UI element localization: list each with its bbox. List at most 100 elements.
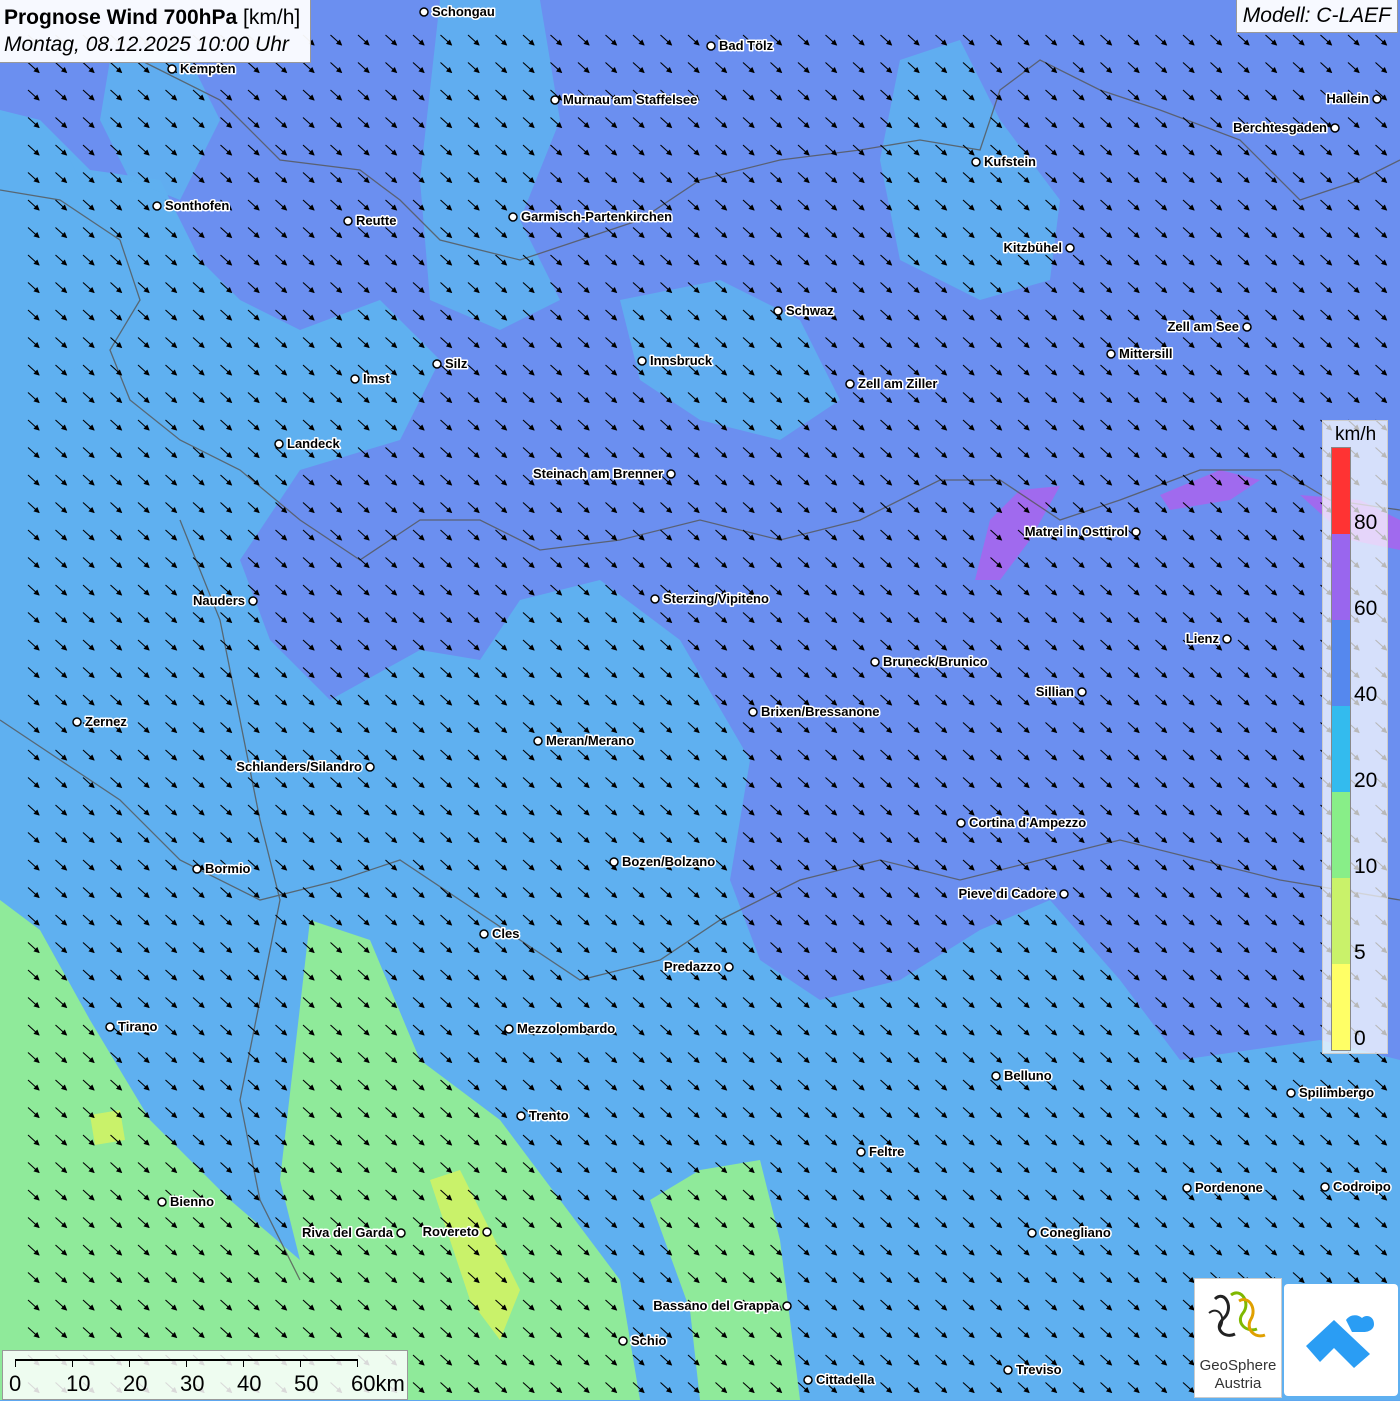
scale-bar: 0 10 20 30 40 50 60km bbox=[2, 1350, 408, 1400]
city-marker bbox=[1106, 349, 1116, 359]
city-marker bbox=[274, 439, 284, 449]
city-label: Berchtesgaden bbox=[1233, 120, 1327, 135]
legend-segment bbox=[1332, 792, 1350, 878]
city-label: Schio bbox=[631, 1333, 666, 1348]
city-label: Bienno bbox=[170, 1194, 214, 1209]
city-marker bbox=[1320, 1182, 1330, 1192]
city-marker bbox=[991, 1071, 1001, 1081]
city-marker bbox=[1065, 243, 1075, 253]
city-label: Reutte bbox=[356, 213, 396, 228]
scale-label: 20 bbox=[123, 1371, 148, 1396]
legend-label: 40 bbox=[1354, 683, 1378, 706]
city-marker bbox=[870, 657, 880, 667]
legend-segment bbox=[1332, 448, 1350, 534]
legend-color-bar bbox=[1331, 447, 1351, 1051]
legend-label: 20 bbox=[1354, 769, 1378, 792]
city-marker bbox=[1222, 634, 1232, 644]
city-label: Murnau am Staffelsee bbox=[563, 92, 697, 107]
city-label: Conegliano bbox=[1040, 1225, 1111, 1240]
city-label: Landeck bbox=[287, 436, 341, 451]
city-marker bbox=[1059, 889, 1069, 899]
city-marker bbox=[192, 864, 202, 874]
model-label: Modell: C-LAEF bbox=[1235, 0, 1398, 33]
city-label: Zell am Ziller bbox=[858, 376, 937, 391]
map-title: Prognose Wind 700hPa [km/h] bbox=[4, 4, 300, 31]
scale-tick bbox=[72, 1359, 73, 1367]
city-label: Cittadella bbox=[816, 1372, 875, 1387]
city-marker bbox=[1330, 123, 1340, 133]
app-logo bbox=[1284, 1284, 1398, 1396]
city-marker bbox=[432, 359, 442, 369]
city-label: Kempten bbox=[180, 61, 236, 76]
city-marker bbox=[1182, 1183, 1192, 1193]
geosphere-logo-icon bbox=[1208, 1291, 1266, 1338]
city-label: Nauders bbox=[193, 593, 245, 608]
city-label: Schongau bbox=[432, 4, 495, 19]
city-marker bbox=[1286, 1088, 1296, 1098]
city-label: Kufstein bbox=[984, 154, 1036, 169]
city-marker bbox=[650, 594, 660, 604]
city-marker bbox=[773, 306, 783, 316]
city-marker bbox=[479, 929, 489, 939]
city-marker bbox=[533, 736, 543, 746]
cloud-wind-icon bbox=[1306, 1315, 1374, 1368]
city-marker bbox=[248, 596, 258, 606]
city-marker bbox=[343, 216, 353, 226]
city-label: Pieve di Cadore bbox=[958, 886, 1056, 901]
scale-tick bbox=[357, 1359, 358, 1367]
legend-segment bbox=[1332, 534, 1350, 620]
scale-tick bbox=[300, 1359, 301, 1367]
city-label: Bozen/Bolzano bbox=[622, 854, 715, 869]
city-label: Hallein bbox=[1326, 91, 1369, 106]
city-label: Zell am See bbox=[1167, 319, 1239, 334]
city-label: Innsbruck bbox=[650, 353, 713, 368]
color-legend: km/h 0 5 10 20 40 60 80 bbox=[1322, 420, 1388, 1054]
city-label: Mezzolombardo bbox=[517, 1021, 615, 1036]
city-marker bbox=[152, 201, 162, 211]
scale-label: 30 bbox=[180, 1371, 205, 1396]
legend-segment bbox=[1332, 620, 1350, 706]
legend-segment bbox=[1332, 878, 1350, 964]
city-marker bbox=[609, 857, 619, 867]
city-label: Zernez bbox=[85, 714, 127, 729]
city-label: Brixen/Bressanone bbox=[761, 704, 880, 719]
scale-label: 60km bbox=[351, 1371, 405, 1396]
city-label: Sillian bbox=[1036, 684, 1074, 699]
austria-text: Austria bbox=[1214, 1375, 1262, 1392]
city-marker bbox=[1242, 322, 1252, 332]
city-label: Lienz bbox=[1186, 631, 1220, 646]
city-label: Trento bbox=[529, 1108, 569, 1123]
city-marker bbox=[365, 762, 375, 772]
geosphere-text: GeoSphere bbox=[1199, 1357, 1277, 1374]
city-label: Riva del Garda bbox=[302, 1225, 394, 1240]
city-label: Feltre bbox=[869, 1144, 904, 1159]
city-label: Silz bbox=[445, 356, 468, 371]
city-marker bbox=[666, 469, 676, 479]
city-marker bbox=[748, 707, 758, 717]
city-label: Schlanders/Silandro bbox=[236, 759, 362, 774]
legend-label: 10 bbox=[1354, 855, 1378, 878]
scale-label: 0 bbox=[9, 1371, 22, 1396]
city-marker bbox=[618, 1336, 628, 1346]
city-label: Matrei in Osttirol bbox=[1025, 524, 1128, 539]
legend-unit: km/h bbox=[1335, 424, 1377, 445]
city-marker bbox=[504, 1024, 514, 1034]
city-marker bbox=[782, 1301, 792, 1311]
scale-tick bbox=[186, 1359, 187, 1367]
city-label: Garmisch-Partenkirchen bbox=[521, 209, 672, 224]
city-marker bbox=[637, 356, 647, 366]
wind-map: Schongau Bad Tölz Kempten Murnau am Staffel… bbox=[0, 0, 1400, 1400]
city-label: Bruneck/Brunico bbox=[883, 654, 988, 669]
city-label: Bassano del Grappa bbox=[653, 1298, 779, 1313]
map-title-box: Prognose Wind 700hPa [km/h] Montag, 08.1… bbox=[0, 0, 312, 63]
scale-tick bbox=[129, 1359, 130, 1367]
city-label: Schwaz bbox=[786, 303, 834, 318]
city-label: Meran/Merano bbox=[546, 733, 634, 748]
city-label: Steinach am Brenner bbox=[533, 466, 663, 481]
scale-label: 50 bbox=[294, 1371, 319, 1396]
geosphere-logo: GeoSphere Austria bbox=[1194, 1278, 1282, 1398]
city-marker bbox=[1003, 1365, 1013, 1375]
city-marker bbox=[803, 1375, 813, 1385]
map-title-main: Prognose Wind 700hPa bbox=[4, 6, 238, 29]
city-label: Belluno bbox=[1004, 1068, 1052, 1083]
